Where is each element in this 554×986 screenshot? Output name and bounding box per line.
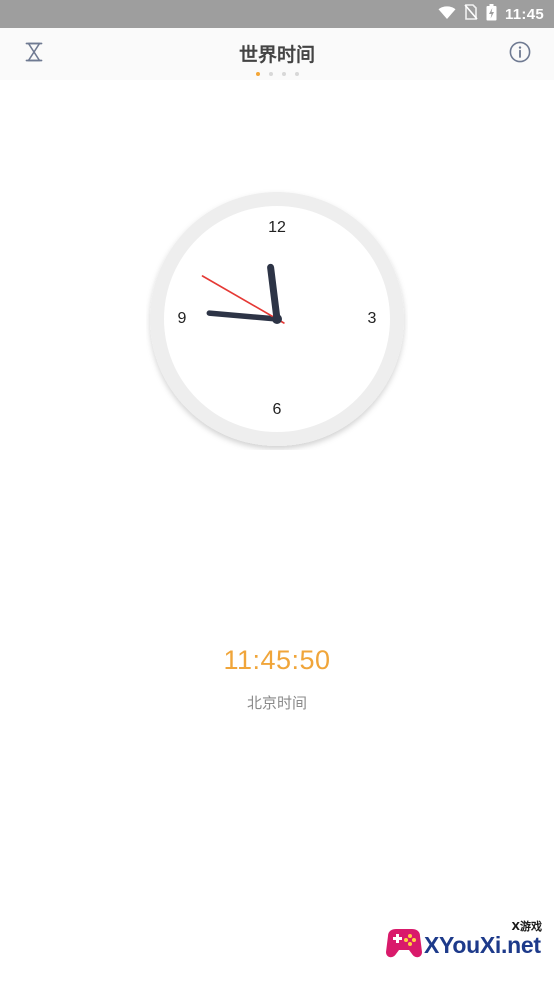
page-dot-active[interactable] xyxy=(255,72,260,76)
watermark: XYouXi.net X游戏 xyxy=(376,916,546,976)
numeral-12: 12 xyxy=(268,219,286,236)
city-label: 北京时间 xyxy=(246,694,307,712)
info-button[interactable] xyxy=(504,38,536,70)
clock-center-cap xyxy=(272,314,282,324)
no-sim-icon xyxy=(464,4,478,24)
page-title: 世界时间 xyxy=(238,44,315,66)
gamepad-logo-icon xyxy=(382,922,426,966)
page-dot[interactable] xyxy=(294,72,299,76)
app-bar: 世界时间 xyxy=(0,28,554,80)
status-time: 11:45 xyxy=(504,5,544,23)
page-dot[interactable] xyxy=(281,72,286,76)
info-icon xyxy=(509,41,531,67)
wifi-icon xyxy=(438,5,456,24)
page-indicator xyxy=(0,72,554,76)
status-bar: 11:45 xyxy=(0,0,554,28)
numeral-9: 9 xyxy=(178,310,187,327)
analog-clock: 12 3 6 9 xyxy=(146,188,408,450)
watermark-text: XYouXi.net xyxy=(424,932,541,958)
clock-face: 12 3 6 9 xyxy=(150,192,404,446)
battery-charging-icon xyxy=(486,3,497,25)
page-dot[interactable] xyxy=(268,72,273,76)
numeral-3: 3 xyxy=(368,310,377,327)
status-icons: 11:45 xyxy=(438,0,544,28)
digital-time: 11:45:50 xyxy=(223,645,331,675)
numeral-6: 6 xyxy=(273,401,282,418)
watermark-tag: X游戏 xyxy=(511,920,542,933)
